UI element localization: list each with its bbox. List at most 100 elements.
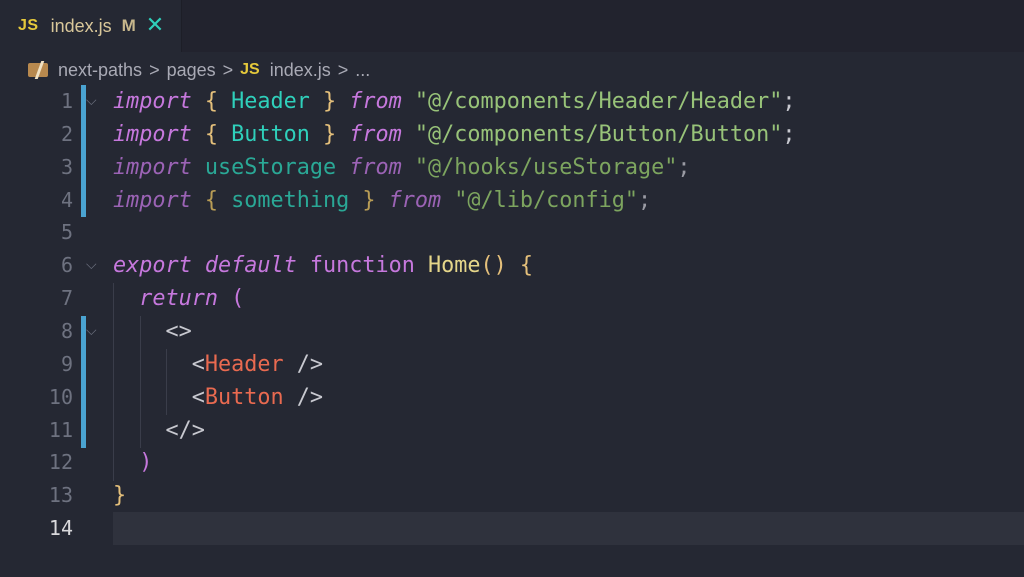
code-token: ; — [782, 89, 796, 114]
line-number: 4 — [60, 188, 73, 212]
code-token: export — [113, 253, 192, 278]
code-token: Button — [231, 122, 310, 147]
line-number: 10 — [48, 385, 73, 409]
code-token: "@/lib/config" — [454, 188, 638, 213]
code-token: default — [204, 253, 297, 278]
code-line[interactable]: <Button /> — [113, 381, 323, 414]
code-editor[interactable]: 1 ⌵ import { Header } from "@/components/H… — [0, 85, 1024, 577]
code-token: ( — [231, 286, 245, 311]
code-token: } — [362, 188, 376, 213]
code-token: < — [191, 352, 205, 377]
code-line[interactable]: import { Button } from "@/components/But… — [113, 118, 795, 151]
code-token: { — [204, 122, 218, 147]
code-token: ; — [782, 122, 796, 147]
code-token: } — [323, 89, 337, 114]
line-number: 13 — [48, 483, 73, 507]
tab-filename: index.js — [50, 15, 112, 36]
chevron-right-icon: > — [149, 59, 160, 80]
line-number: 8 — [60, 319, 73, 343]
code-token: Header — [204, 352, 284, 377]
code-token: from — [388, 188, 442, 213]
code-token: ; — [677, 155, 691, 180]
code-token: /> — [283, 352, 323, 377]
code-token: import — [113, 122, 192, 147]
breadcrumb-item-next-paths[interactable]: next-paths — [58, 60, 142, 81]
code-token: } — [113, 483, 127, 508]
tab-index-js[interactable]: JS index.js M ✕ — [0, 0, 182, 52]
code-token: <> — [165, 319, 192, 344]
line-number: 14 — [48, 516, 73, 540]
code-token: from — [349, 89, 402, 114]
breadcrumb-item-symbols[interactable]: ... — [355, 60, 370, 81]
code-token: ) — [139, 450, 153, 475]
code-token: something — [231, 188, 350, 213]
modified-badge: M — [121, 16, 136, 35]
code-token: ; — [637, 188, 652, 213]
code-line[interactable]: <> — [113, 315, 192, 348]
code-token: < — [191, 385, 205, 410]
line-number: 2 — [60, 122, 73, 146]
javascript-file-icon: JS — [18, 17, 39, 34]
breadcrumb-item-pages[interactable]: pages — [167, 60, 216, 81]
tab-bar: JS index.js M ✕ — [0, 0, 1024, 52]
folder-icon — [28, 63, 48, 77]
code-token: "@/components/Button/Button" — [414, 122, 783, 147]
code-token: "@/components/Header/Header" — [414, 89, 783, 114]
code-line[interactable]: } — [113, 479, 126, 512]
code-line[interactable]: </> — [113, 414, 205, 447]
close-icon[interactable]: ✕ — [146, 15, 164, 37]
code-token: Button — [204, 385, 284, 410]
code-line[interactable]: import { Header } from "@/components/Hea… — [113, 85, 795, 118]
current-line-highlight — [113, 512, 1024, 545]
code-token: /> — [283, 385, 323, 410]
line-number: 5 — [60, 220, 73, 244]
code-line[interactable]: export default function Home() { — [113, 249, 533, 282]
chevron-right-icon: > — [222, 59, 234, 80]
line-number: 6 — [60, 253, 73, 277]
line-number: 12 — [48, 450, 73, 474]
fold-chevron-icon[interactable]: ⌵ — [86, 249, 97, 282]
code-token: } — [323, 122, 337, 147]
code-token: () — [480, 253, 507, 278]
code-token: </> — [165, 418, 205, 443]
code-line[interactable]: <Header /> — [113, 348, 323, 381]
code-line[interactable]: import useStorage from "@/hooks/useStora… — [113, 151, 690, 184]
code-token: Header — [231, 89, 310, 114]
line-number: 1 — [60, 89, 73, 113]
fold-chevron-icon[interactable]: ⌵ — [86, 85, 97, 118]
code-token: from — [349, 122, 402, 147]
code-token: from — [349, 155, 402, 180]
javascript-file-icon: JS — [240, 61, 260, 78]
breadcrumb-item-index-js[interactable]: index.js — [270, 60, 331, 81]
code-line[interactable]: return ( — [113, 282, 244, 315]
fold-chevron-icon[interactable]: ⌵ — [86, 315, 97, 348]
code-line[interactable]: import { something } from "@/lib/config"… — [113, 184, 651, 217]
code-line[interactable]: ) — [113, 446, 152, 479]
code-token: useStorage — [204, 155, 337, 180]
line-number: 9 — [60, 352, 73, 376]
code-token: "@/hooks/useStorage" — [414, 155, 678, 180]
line-number: 3 — [60, 155, 73, 179]
